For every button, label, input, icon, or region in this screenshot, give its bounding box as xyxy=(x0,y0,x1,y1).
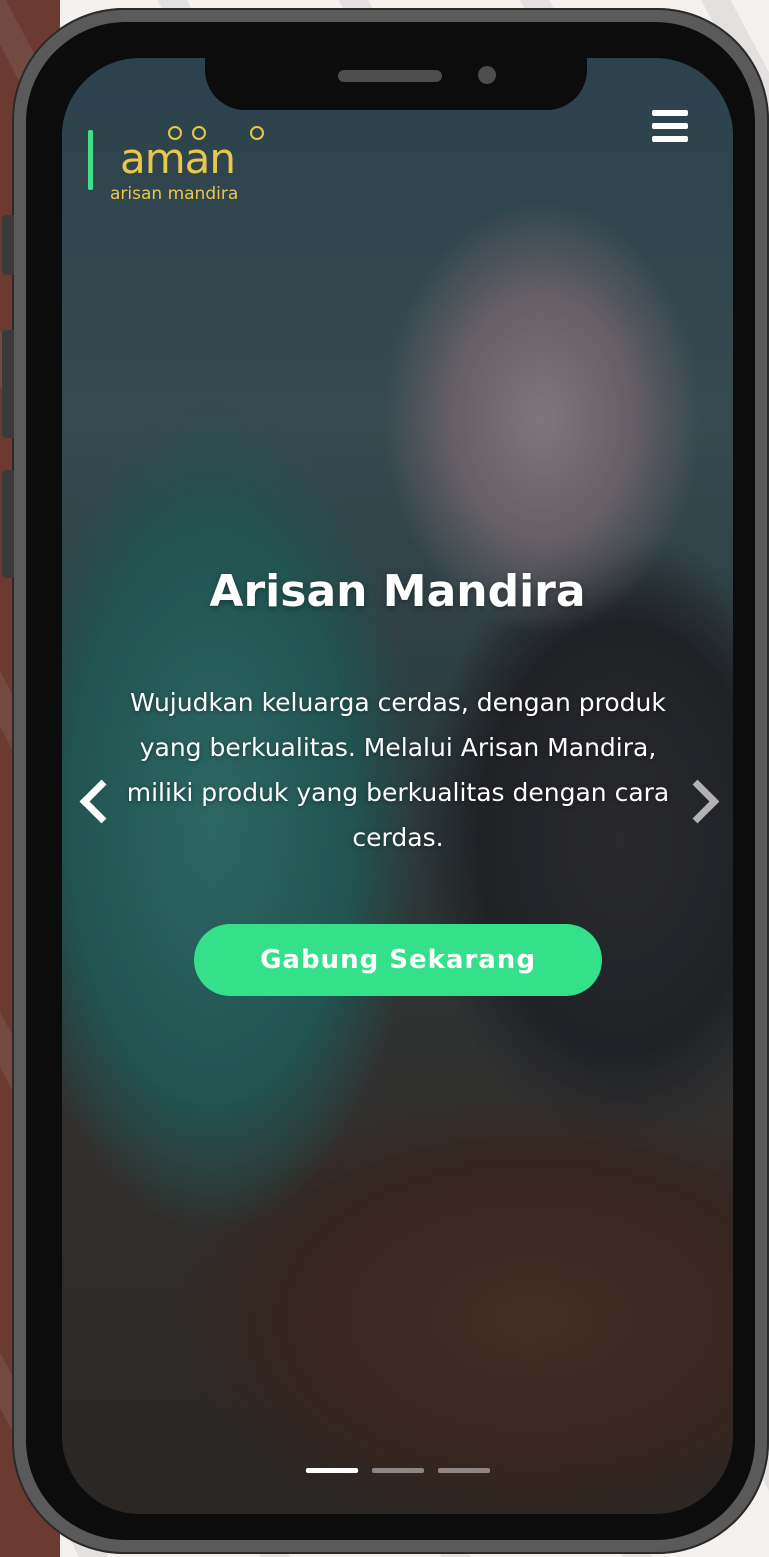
hero-description: Wujudkan keluarga cerdas, dengan produk … xyxy=(126,688,670,852)
front-camera xyxy=(478,66,496,84)
carousel-indicator-2[interactable] xyxy=(372,1468,424,1473)
phone-side-button-top xyxy=(2,215,14,275)
logo-subtitle: arisan mandira xyxy=(110,184,239,204)
join-now-button[interactable]: Gabung Sekarang xyxy=(194,924,602,996)
logo-wordmark: aman xyxy=(120,134,236,183)
hero-title: Arisan Mandira xyxy=(209,566,586,617)
phone-side-button-volume-down xyxy=(2,470,14,578)
phone-notch xyxy=(205,58,587,110)
carousel-indicator-3[interactable] xyxy=(438,1468,490,1473)
carousel-indicators xyxy=(306,1468,496,1474)
speaker-grille xyxy=(338,70,442,82)
phone-side-button-volume-up xyxy=(2,330,14,438)
carousel-indicator-1[interactable] xyxy=(306,1468,358,1473)
brand-logo[interactable]: aman arisan mandira xyxy=(88,122,298,204)
logo-accent-bar xyxy=(88,130,93,190)
hamburger-menu-icon[interactable] xyxy=(650,110,690,146)
